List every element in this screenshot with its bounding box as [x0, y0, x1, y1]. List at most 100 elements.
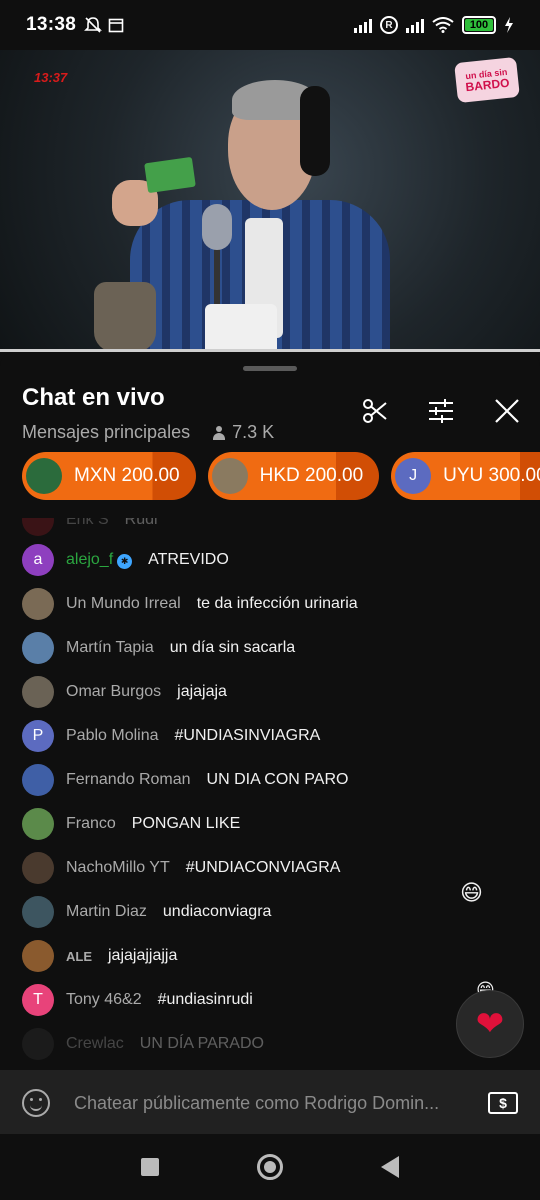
chat-message[interactable]: Martín Tapia un día sin sacarla [22, 628, 295, 668]
message-text: PONGAN LIKE [131, 815, 241, 832]
logo-line2: BARDO [464, 75, 511, 94]
message-author[interactable]: Pablo Molina [66, 727, 159, 745]
message-text: UN DIA CON PARO [206, 771, 349, 788]
battery-level: 100 [469, 19, 489, 31]
clip-button[interactable] [358, 394, 392, 428]
message-author[interactable]: Fernando Roman [66, 771, 191, 789]
mute-bell-icon [84, 17, 103, 33]
scissors-icon [363, 399, 387, 423]
chat-message[interactable]: T Tony 46&2 #undiasinrudi [22, 980, 253, 1020]
chat-message[interactable]: a alejo_f ✱ ATREVIDO [22, 540, 229, 580]
avatar [22, 808, 54, 840]
message-text: Rudi [124, 518, 158, 528]
chat-message[interactable]: Martin Diaz undiaconviagra [22, 892, 271, 932]
status-time: 13:38 [26, 14, 77, 35]
super-chat-avatar [26, 458, 62, 494]
avatar: a [22, 544, 54, 576]
avatar [22, 852, 54, 884]
super-chat-pill[interactable]: MXN 200.00 [22, 452, 196, 500]
message-text: #UNDIASINVIAGRA [174, 727, 321, 744]
video-player[interactable]: 13:37 un día sin BARDO [0, 50, 540, 352]
chat-subtitle[interactable]: Mensajes principales 7.3 K [22, 422, 274, 443]
charging-icon [505, 17, 513, 33]
member-badge-icon: ✱ [117, 554, 133, 569]
drag-handle[interactable] [243, 366, 297, 371]
message-text: jajajaja [177, 683, 227, 700]
home-icon[interactable] [257, 1154, 283, 1180]
close-icon [495, 399, 519, 423]
chat-title: Chat en vivo [22, 384, 165, 411]
chat-message[interactable]: Crewlac UN DÍA PARADO [22, 1024, 264, 1064]
super-chat-amount: UYU 300.00 [443, 465, 540, 486]
message-text: ATREVIDO [148, 551, 229, 568]
recents-icon[interactable] [141, 1158, 159, 1176]
chat-message[interactable]: P Pablo Molina #UNDIASINVIAGRA [22, 716, 320, 756]
avatar [22, 896, 54, 928]
emoji-picker-icon[interactable] [22, 1089, 50, 1117]
message-author[interactable]: Tony 46&2 [66, 991, 142, 1009]
chat-message[interactable]: Fernando Roman UN DIA CON PARO [22, 760, 348, 800]
branded-mug [205, 304, 277, 352]
chat-settings-button[interactable] [424, 394, 458, 428]
message-author[interactable]: alejo_f ✱ [66, 551, 133, 569]
author-name[interactable]: alejo_f [66, 551, 113, 568]
chat-message[interactable]: ALE jajajajjajja [22, 936, 177, 976]
super-chat-dollar-icon[interactable]: $ [488, 1092, 518, 1114]
reaction-heart-button[interactable]: ❤ [456, 990, 524, 1058]
message-author[interactable]: Franco [66, 815, 116, 833]
avatar [22, 764, 54, 796]
message-author[interactable]: Crewlac [66, 1035, 124, 1053]
message-author[interactable]: Omar Burgos [66, 683, 161, 701]
super-chat-pill[interactable]: J UYU 300.00 [391, 452, 540, 500]
message-author[interactable]: NachoMillo YT [66, 859, 170, 877]
calendar-icon [108, 18, 124, 33]
channel-logo: un día sin BARDO [454, 56, 520, 104]
avatar [22, 588, 54, 620]
video-timestamp: 13:37 [34, 70, 68, 85]
message-text: te da infección urinaria [196, 595, 358, 612]
super-chat-pill[interactable]: HKD 200.00 [207, 452, 380, 500]
chat-message[interactable]: Franco PONGAN LIKE [22, 804, 240, 844]
status-notification-icons [84, 16, 124, 34]
message-text: undiaconviagra [162, 903, 272, 920]
super-chat-ticker: MXN 200.00 HKD 200.00 J UYU 300.00 [22, 452, 540, 500]
super-chat-avatar [211, 458, 248, 494]
android-nav-bar [0, 1134, 540, 1200]
heart-icon: ❤ [475, 1005, 505, 1043]
chat-message[interactable]: Erik S Rudi [22, 518, 158, 540]
avatar [22, 518, 54, 536]
close-chat-button[interactable] [490, 394, 524, 428]
message-text: un día sin sacarla [169, 639, 296, 656]
avatar: T [22, 984, 54, 1016]
message-author[interactable]: Un Mundo Irreal [66, 595, 181, 613]
message-text: #UNDIACONVIAGRA [185, 859, 341, 876]
chat-message[interactable]: NachoMillo YT #UNDIACONVIAGRA [22, 848, 340, 888]
super-chat-amount: MXN 200.00 [74, 465, 180, 486]
viewers-icon [212, 425, 226, 440]
wifi-icon [432, 17, 454, 33]
status-system-icons: R 100 [354, 16, 514, 34]
mate-cup [94, 282, 156, 352]
chat-mode-label[interactable]: Mensajes principales [22, 422, 190, 443]
super-chat-avatar: J [395, 458, 432, 494]
avatar [22, 1028, 54, 1060]
message-author[interactable]: Martín Tapia [66, 639, 154, 657]
registered-icon: R [380, 16, 398, 34]
microphone [202, 204, 232, 250]
floating-emoji-icon: 😄 [460, 880, 483, 905]
message-author[interactable]: ALE [66, 949, 92, 964]
chat-input-bar: $ [0, 1070, 540, 1136]
chat-message[interactable]: Omar Burgos jajajaja [22, 672, 227, 712]
back-icon[interactable] [381, 1156, 399, 1178]
signal-icon [354, 17, 372, 33]
message-author[interactable]: Erik S [66, 518, 109, 529]
message-author[interactable]: Martin Diaz [66, 903, 147, 921]
chat-messages-list[interactable]: Erik S Rudi a alejo_f ✱ ATREVIDO Un Mundo… [0, 518, 540, 1070]
message-text: #undiasinrudi [157, 991, 253, 1008]
status-bar: 13:38 R 100 [0, 0, 540, 50]
viewer-count: 7.3 K [232, 422, 275, 442]
chat-input[interactable] [74, 1092, 468, 1114]
headphones [300, 86, 330, 176]
chat-message[interactable]: Un Mundo Irreal te da infección urinaria [22, 584, 358, 624]
avatar: P [22, 720, 54, 752]
